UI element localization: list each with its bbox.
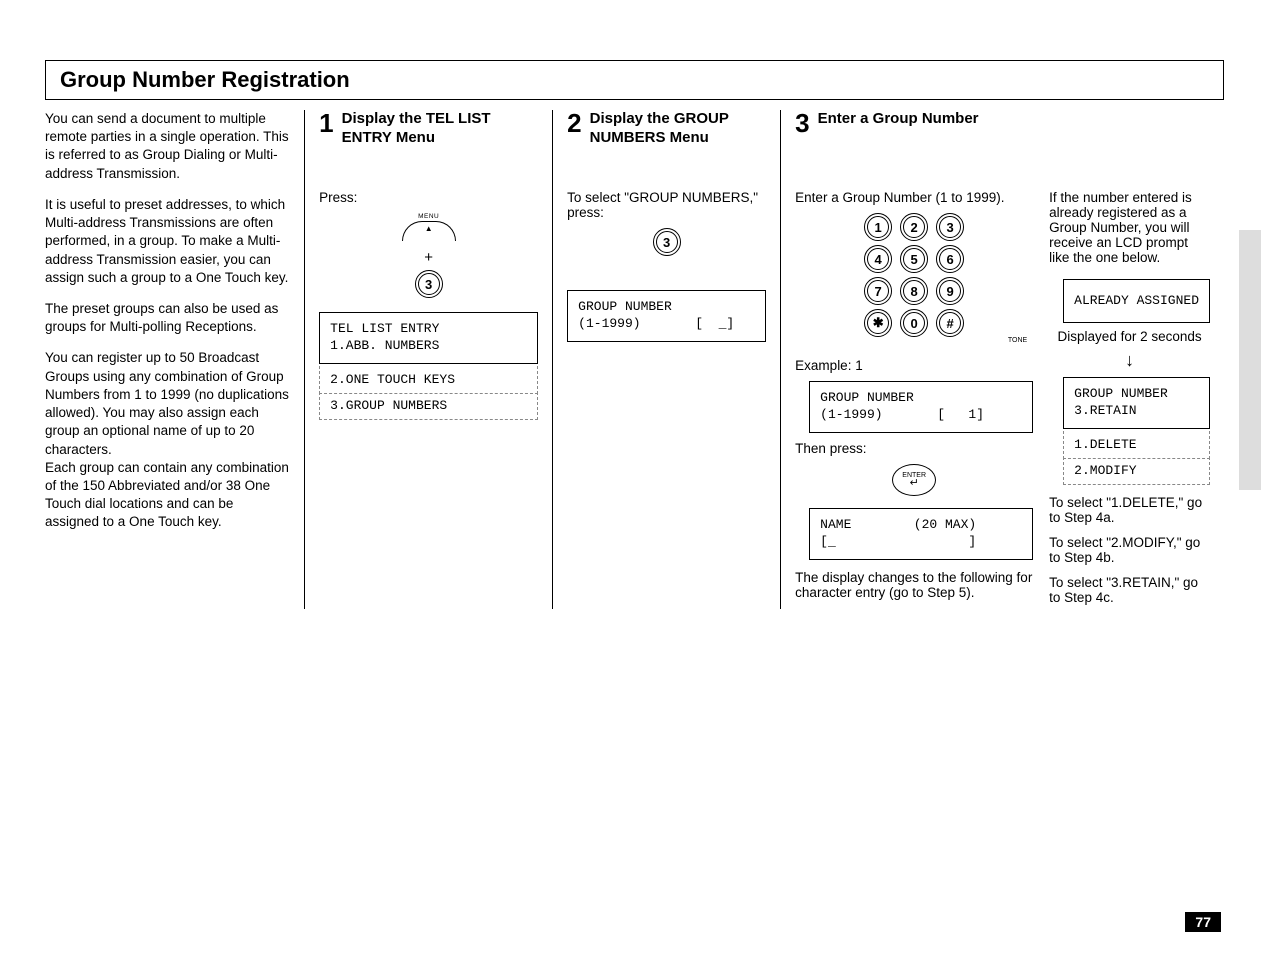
intro-p2: It is useful to preset addresses, to whi…: [45, 196, 290, 287]
keypad-icon: 1 2 3 4 5 6 7 8 9 ✱: [849, 213, 979, 348]
step-3-lcd-example: GROUP NUMBER (1-1999) [ 1]: [809, 381, 1033, 433]
step-2: 2 Display the GROUP NUMBERS Menu To sele…: [552, 110, 780, 609]
step-3-title: Enter a Group Number: [818, 110, 979, 129]
intro-column: You can send a document to multiple remo…: [45, 110, 304, 609]
section-title: Group Number Registration: [60, 67, 1209, 93]
nav-retain: To select "3.RETAIN," go to Step 4c.: [1049, 575, 1210, 605]
step-3-intro: Enter a Group Number (1 to 1999).: [795, 190, 1033, 205]
key-hash-icon: #: [936, 309, 964, 337]
intro-p3: The preset groups can also be used as gr…: [45, 300, 290, 336]
then-press: Then press:: [795, 441, 1033, 456]
key-6-icon: 6: [936, 245, 964, 273]
side-tab: [1239, 230, 1261, 490]
menu-button-icon: MENU: [384, 213, 474, 241]
step-1-press: Press:: [319, 190, 538, 205]
step-2-number: 2: [567, 110, 581, 136]
step-2-lcd: GROUP NUMBER (1-1999) [ _]: [567, 290, 766, 342]
key-9-icon: 9: [936, 277, 964, 305]
intro-p4: You can register up to 50 Broadcast Grou…: [45, 349, 290, 531]
already-assigned-lcd: ALREADY ASSIGNED: [1063, 279, 1210, 323]
section-title-box: Group Number Registration: [45, 60, 1224, 100]
key-3-icon-3: 3: [936, 213, 964, 241]
enter-key-icon: ENTER↵: [892, 464, 936, 496]
step-2-press: To select "GROUP NUMBERS," press:: [567, 190, 766, 220]
example-label: Example: 1: [795, 358, 1033, 373]
already-opt-1: 1.DELETE: [1063, 431, 1210, 459]
key-8-icon: 8: [900, 277, 928, 305]
step-3-lcd-name: NAME (20 MAX) [_ ]: [809, 508, 1033, 560]
step-1-number: 1: [319, 110, 333, 136]
already-opt-2: 2.MODIFY: [1063, 457, 1210, 485]
key-0-icon: 0: [900, 309, 928, 337]
step-1-lcd: TEL LIST ENTRY 1.ABB. NUMBERS: [319, 312, 538, 364]
plus-icon: +: [319, 249, 538, 266]
step-1-title: Display the TEL LIST ENTRY Menu: [342, 110, 539, 148]
already-lcd-2: GROUP NUMBER 3.RETAIN: [1063, 377, 1210, 429]
already-intro: If the number entered is already registe…: [1049, 190, 1210, 265]
key-7-icon: 7: [864, 277, 892, 305]
main-content: You can send a document to multiple remo…: [45, 110, 1224, 609]
step-3-number: 3: [795, 110, 809, 136]
step-2-title: Display the GROUP NUMBERS Menu: [590, 110, 767, 148]
step-1: 1 Display the TEL LIST ENTRY Menu Press:…: [304, 110, 552, 609]
tone-label: TONE: [897, 337, 1027, 344]
intro-p1: You can send a document to multiple remo…: [45, 110, 290, 183]
step-3-after: The display changes to the following for…: [795, 570, 1033, 600]
nav-delete: To select "1.DELETE," go to Step 4a.: [1049, 495, 1210, 525]
displayed-2s: Displayed for 2 seconds: [1049, 329, 1210, 344]
key-1-icon: 1: [864, 213, 892, 241]
key-3-icon-2: 3: [653, 228, 681, 256]
key-3-icon: 3: [415, 270, 443, 298]
step-1-opt-3: 3.GROUP NUMBERS: [319, 392, 538, 420]
key-4-icon: 4: [864, 245, 892, 273]
step-1-opt-2: 2.ONE TOUCH KEYS: [319, 366, 538, 394]
key-star-icon: ✱: [864, 309, 892, 337]
key-2-icon: 2: [900, 213, 928, 241]
key-5-icon: 5: [900, 245, 928, 273]
step-3: 3 Enter a Group Number Enter a Group Num…: [780, 110, 1224, 609]
steps-row: 1 Display the TEL LIST ENTRY Menu Press:…: [304, 110, 1224, 609]
arrow-down-icon: ↓: [1049, 350, 1210, 371]
nav-modify: To select "2.MODIFY," go to Step 4b.: [1049, 535, 1210, 565]
page-number: 77: [1185, 912, 1221, 932]
menu-label: MENU: [384, 213, 474, 220]
